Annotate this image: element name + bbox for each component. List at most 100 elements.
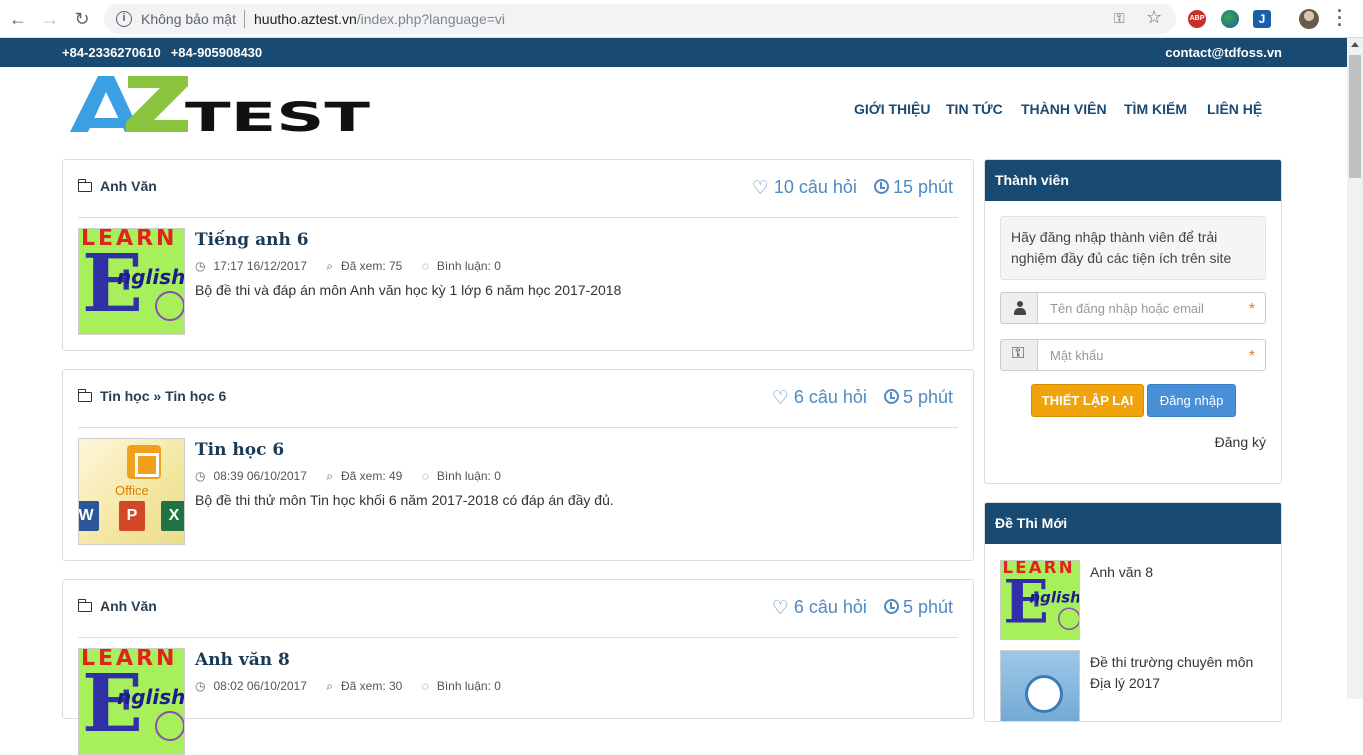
user-icon xyxy=(1014,301,1026,315)
scrollbar-thumb[interactable] xyxy=(1349,55,1361,178)
folder-icon xyxy=(77,389,92,402)
exam-title[interactable]: Anh văn 8 xyxy=(195,650,290,670)
exam-thumbnail[interactable]: Office W P X xyxy=(78,438,185,545)
password-group: ⚿ Mật khẩu * xyxy=(1000,339,1266,371)
office-logo-icon xyxy=(127,445,161,479)
exam-title[interactable]: Tiếng anh 6 xyxy=(195,230,309,250)
register-link[interactable]: Đăng ký xyxy=(1215,434,1266,450)
exam-title[interactable]: Tin học 6 xyxy=(195,440,284,460)
new-exam-title[interactable]: Đề thi trường chuyên môn Địa lý 2017 xyxy=(1090,652,1260,694)
card-category[interactable]: Tin học » Tin học 6 xyxy=(77,388,226,404)
office-label: Office xyxy=(115,483,149,498)
scrollbar[interactable] xyxy=(1347,38,1363,699)
card-category[interactable]: Anh Văn xyxy=(77,178,157,194)
card-stats: ♡ 6 câu hỏi 5 phút xyxy=(772,387,953,408)
forward-arrow-icon[interactable]: → xyxy=(40,9,60,29)
nav-item-gioi-thieu[interactable]: GIỚI THIỆU xyxy=(854,101,931,117)
divider xyxy=(78,217,958,218)
exam-views: Đã xem: 30 xyxy=(340,679,403,693)
member-panel-title: Thành viên xyxy=(985,160,1281,201)
comment-icon: ◌ xyxy=(421,679,429,693)
english-word: nglish xyxy=(117,685,185,709)
adblock-icon[interactable]: ABP xyxy=(1188,10,1206,28)
site-logo[interactable]: TEST xyxy=(70,74,371,141)
nav-item-tin-tuc[interactable]: TIN TỨC xyxy=(946,101,1003,117)
nav-item-thanh-vien[interactable]: THÀNH VIÊN xyxy=(1021,101,1107,117)
reset-button[interactable]: THIẾT LẬP LẠI xyxy=(1031,384,1144,417)
card-category[interactable]: Anh Văn xyxy=(77,598,157,614)
required-mark: * xyxy=(1248,348,1255,365)
reload-icon[interactable]: ↻ xyxy=(72,9,92,29)
contact-email[interactable]: contact@tdfoss.vn xyxy=(1165,45,1282,60)
exam-meta: ◷ 08:39 06/10/2017 ⌕ Đã xem: 49 ◌ Bình luận… xyxy=(195,469,517,484)
back-arrow-icon[interactable]: ← xyxy=(8,9,28,29)
card-stats: ♡ 6 câu hỏi 5 phút xyxy=(772,597,953,618)
exam-description: Bộ đề thi và đáp án môn Anh văn học kỳ 1… xyxy=(195,282,622,298)
heart-icon: ♡ xyxy=(751,178,769,199)
search-small-icon: ⌕ xyxy=(326,679,333,693)
phone-numbers: +84-2336270610 +84-905908430 xyxy=(62,45,272,60)
menu-icon[interactable]: · · · xyxy=(1337,2,1343,34)
new-exam-thumbnail[interactable]: LEARN E nglish xyxy=(1000,560,1080,640)
scroll-up-arrow-icon[interactable] xyxy=(1351,42,1359,47)
question-count: 10 câu hỏi xyxy=(773,177,857,197)
word-icon: W xyxy=(79,501,99,531)
exam-card: Anh Văn ♡ 6 câu hỏi 5 phút LEARN E nglis… xyxy=(62,579,974,755)
phone-2[interactable]: +84-905908430 xyxy=(171,45,262,60)
new-exams-panel: Đề Thi Mới LEARN E nglish Anh văn 8 Đề t… xyxy=(984,502,1282,722)
new-exam-thumbnail[interactable] xyxy=(1000,650,1080,721)
category-label[interactable]: Anh Văn xyxy=(100,178,157,194)
nav-item-lien-he[interactable]: LIÊN HỆ xyxy=(1207,101,1262,117)
login-button[interactable]: Đăng nhập xyxy=(1147,384,1236,417)
profile-avatar[interactable] xyxy=(1299,9,1319,29)
exam-views: Đã xem: 75 xyxy=(340,259,403,273)
heart-icon: ♡ xyxy=(771,388,789,409)
extension-j-icon[interactable]: J xyxy=(1253,10,1271,28)
url-path: /index.php?language=vi xyxy=(356,11,506,27)
duration: 5 phút xyxy=(902,597,953,617)
search-small-icon: ⌕ xyxy=(326,469,333,483)
category-label[interactable]: Tin học » Tin học 6 xyxy=(100,388,226,404)
card-stats: ♡ 10 câu hỏi 15 phút xyxy=(752,177,953,198)
excel-icon: X xyxy=(161,501,184,531)
exam-views: Đã xem: 49 xyxy=(340,469,403,483)
info-icon[interactable]: i xyxy=(116,11,132,27)
address-bar[interactable]: i Không bảo mật huutho.aztest.vn/index.p… xyxy=(104,4,1176,34)
url-host: huutho.aztest.vn xyxy=(254,11,357,27)
username-input[interactable]: Tên đăng nhập hoặc email * xyxy=(1037,292,1266,324)
new-exams-title: Đề Thi Mới xyxy=(985,503,1281,544)
exam-thumbnail[interactable]: LEARN E nglish xyxy=(78,648,185,755)
url-text[interactable]: huutho.aztest.vn/index.php?language=vi xyxy=(254,11,505,27)
smiley-icon xyxy=(1058,607,1079,630)
new-exam-title[interactable]: Anh văn 8 xyxy=(1090,562,1260,583)
exam-card: Anh Văn ♡ 10 câu hỏi 15 phút LEARN E ngl… xyxy=(62,159,974,351)
clock-icon xyxy=(883,389,899,404)
exam-time: 17:17 16/12/2017 xyxy=(213,259,307,273)
duration: 5 phút xyxy=(902,387,953,407)
english-thumbnail: LEARN E nglish xyxy=(1001,561,1080,639)
username-group: Tên đăng nhập hoặc email * xyxy=(1000,292,1266,324)
key-icon[interactable]: ⚿ xyxy=(1114,10,1125,27)
exam-thumbnail[interactable]: LEARN E nglish xyxy=(78,228,185,335)
contact-bar: +84-2336270610 +84-905908430 contact@tdfo… xyxy=(0,38,1347,67)
phone-1[interactable]: +84-2336270610 xyxy=(62,45,161,60)
comment-icon: ◌ xyxy=(421,469,429,483)
password-input[interactable]: Mật khẩu * xyxy=(1037,339,1266,371)
username-addon xyxy=(1000,292,1038,324)
clock-icon xyxy=(873,179,889,194)
folder-icon xyxy=(77,599,92,612)
star-icon[interactable]: ☆ xyxy=(1146,7,1162,28)
search-small-icon: ⌕ xyxy=(326,259,333,273)
powerpoint-icon: P xyxy=(119,501,145,531)
nav-item-tim-kiem[interactable]: TÌM KIẾM xyxy=(1124,101,1187,117)
clock-icon xyxy=(883,599,899,614)
english-word: nglish xyxy=(1029,588,1080,606)
english-word: nglish xyxy=(117,265,185,289)
category-label[interactable]: Anh Văn xyxy=(100,598,157,614)
smiley-icon xyxy=(155,711,184,741)
question-count: 6 câu hỏi xyxy=(793,597,867,617)
extension-globe-icon[interactable] xyxy=(1221,10,1239,28)
question-count: 6 câu hỏi xyxy=(793,387,867,407)
comment-icon: ◌ xyxy=(421,259,429,273)
password-placeholder: Mật khẩu xyxy=(1050,348,1104,363)
